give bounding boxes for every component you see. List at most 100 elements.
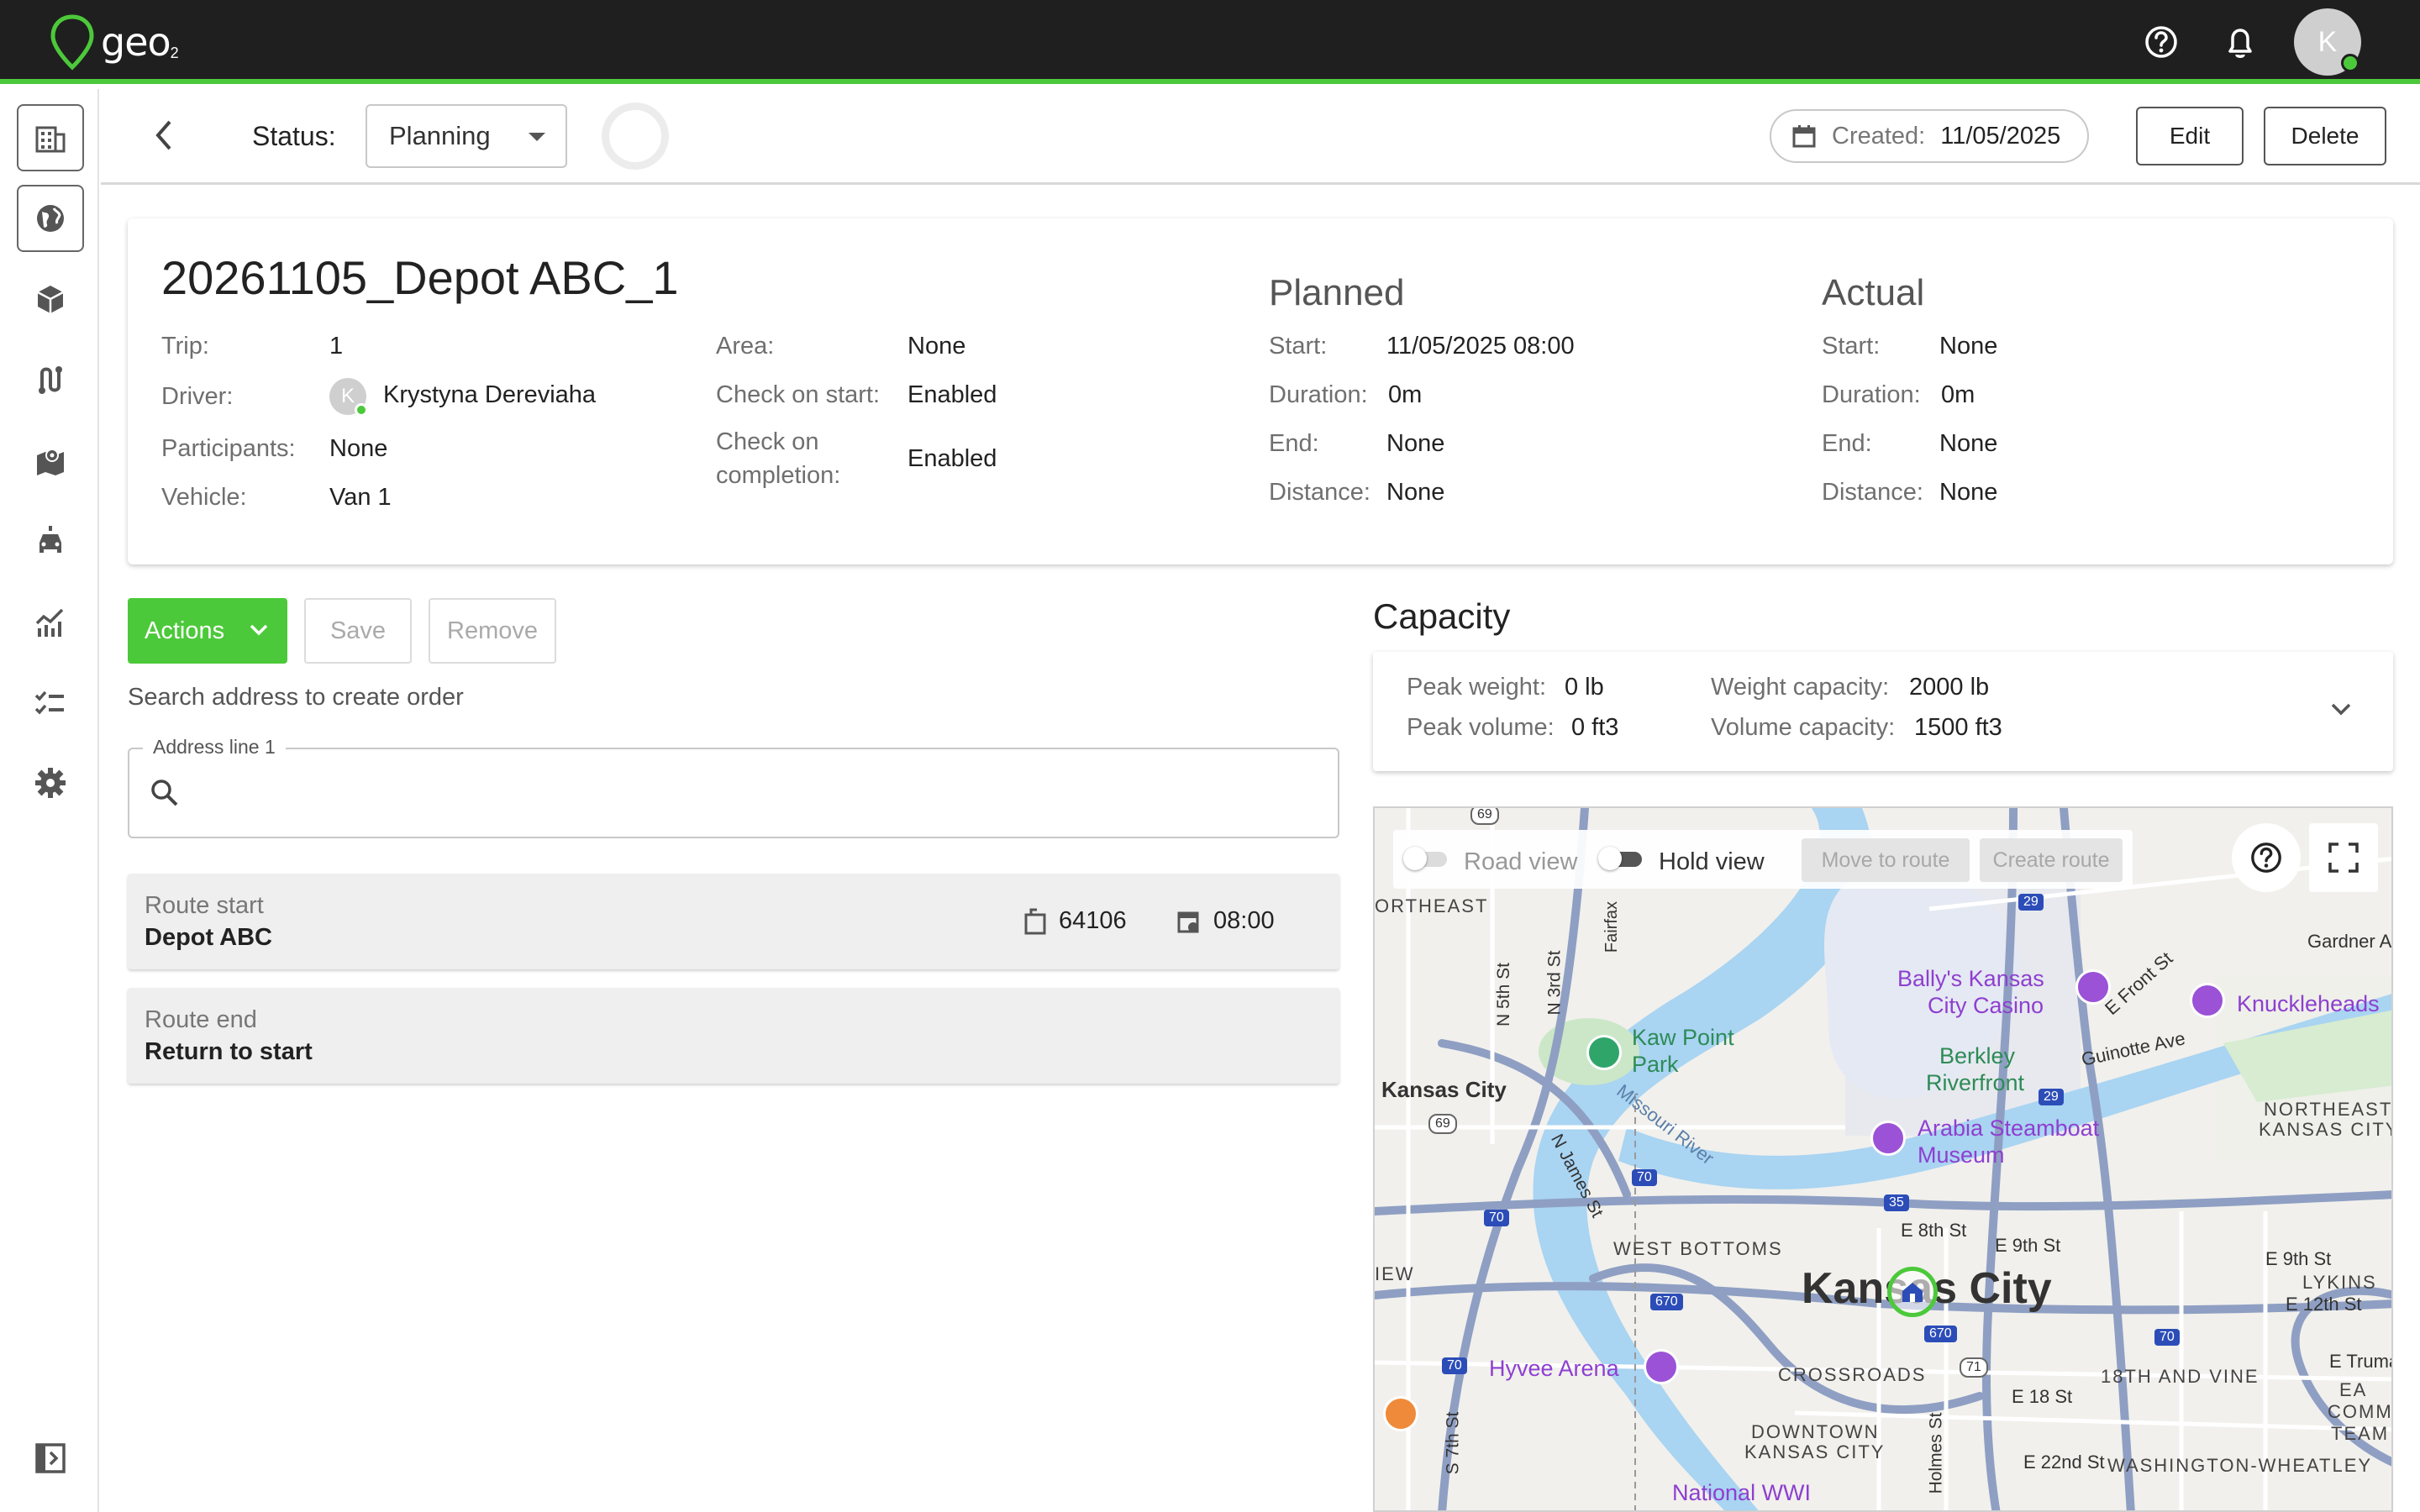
sidebar-item-settings[interactable]: [17, 749, 84, 816]
map-label-arabia-1: Arabia Steamboat: [1918, 1116, 2100, 1141]
status-label: Status:: [252, 121, 336, 151]
edit-button[interactable]: Edit: [2136, 107, 2244, 165]
check-on-completion-label-line2: completion:: [716, 462, 841, 489]
volume-capacity-value: 1500 ft3: [1914, 714, 2002, 741]
planned-distance-value: None: [1386, 479, 1445, 506]
route-start-zip: 64106: [1023, 907, 1127, 935]
map-label-berkley-1: Berkley: [1939, 1043, 2016, 1068]
sidebar-item-routes[interactable]: [17, 346, 84, 413]
move-to-route-button[interactable]: Move to route: [1802, 838, 1970, 882]
sidebar-item-buildings[interactable]: [17, 104, 84, 171]
actions-label: Actions: [145, 617, 225, 644]
museum-pin-icon[interactable]: [1870, 1121, 1906, 1156]
hold-view-toggle[interactable]: [1598, 847, 1645, 870]
app-logo[interactable]: geo 2: [49, 13, 179, 71]
map-background: [1375, 808, 2391, 1510]
help-icon[interactable]: [2141, 22, 2181, 62]
back-button[interactable]: [143, 114, 185, 156]
road-view-toggle[interactable]: [1403, 847, 1450, 870]
map-shield-i670-a: 670: [1650, 1294, 1683, 1310]
route-start-value: Depot ABC: [145, 924, 272, 951]
sidebar: [0, 89, 99, 1512]
actual-start-label: Start:: [1822, 333, 1881, 360]
sidebar-item-packages[interactable]: [17, 265, 84, 333]
help-icon: [2251, 843, 2281, 873]
map-label-kaw-point-2: Park: [1632, 1052, 1679, 1077]
sidebar-item-globe[interactable]: [17, 185, 84, 252]
create-route-button[interactable]: Create route: [1980, 838, 2123, 882]
driver-initial: K: [340, 385, 355, 407]
fullscreen-button[interactable]: [2309, 823, 2378, 892]
actions-button[interactable]: Actions: [128, 598, 287, 664]
depot-marker-icon[interactable]: [1887, 1267, 1938, 1317]
search-icon: [151, 780, 178, 806]
collapse-sidebar-icon: [35, 1443, 66, 1473]
sidebar-item-vehicles[interactable]: [17, 507, 84, 575]
map-label-e-18-st: E 18 St: [2012, 1386, 2073, 1407]
bell-icon[interactable]: [2220, 22, 2260, 62]
package-icon: [37, 286, 64, 313]
map-shield-i29-north: 29: [2018, 894, 2044, 911]
map-label-downtown-2: KANSAS CITY: [1744, 1441, 1886, 1462]
fullscreen-icon: [2328, 843, 2359, 873]
map-label-hyvee-arena: Hyvee Arena: [1489, 1356, 1619, 1381]
online-status-dot: [2341, 54, 2360, 72]
map-icon: [37, 449, 64, 475]
sidebar-item-analytics[interactable]: [17, 588, 84, 655]
save-button[interactable]: Save: [304, 598, 412, 664]
map-label-lykins: LYKINS: [2302, 1272, 2377, 1293]
map-label-northeast-left: ORTHEAST: [1375, 895, 1489, 916]
check-on-completion-value: Enabled: [908, 445, 997, 472]
trip-label: Trip:: [161, 333, 209, 360]
map-shield-i70-c: 70: [1442, 1357, 1467, 1374]
park-pin-icon[interactable]: [1586, 1035, 1622, 1070]
route-start-time: 08:00: [1176, 907, 1275, 935]
planned-duration-value: 0m: [1388, 381, 1423, 408]
sidebar-collapse-button[interactable]: [17, 1425, 84, 1492]
map-help-button[interactable]: [2232, 823, 2301, 892]
address-search-input[interactable]: Address line 1: [128, 736, 1339, 838]
search-caption: Search address to create order: [128, 684, 464, 711]
route-start-card[interactable]: Route start Depot ABC 64106 08:00: [128, 874, 1339, 969]
capacity-card[interactable]: Peak weight: 0 lb Peak volume: 0 ft3 Wei…: [1373, 652, 2393, 771]
created-value: 11/05/2025: [1940, 122, 2061, 150]
status-select[interactable]: Planning: [366, 104, 567, 168]
route-start-label: Route start: [145, 892, 264, 919]
user-avatar[interactable]: K: [2294, 8, 2361, 76]
planned-end-label: End:: [1269, 430, 1319, 457]
remove-button[interactable]: Remove: [429, 598, 556, 664]
driver-avatar: K: [329, 378, 368, 417]
actual-duration-value: 0m: [1941, 381, 1975, 408]
map-label-bally: Bally's Kansas: [1897, 966, 2044, 991]
route-end-card[interactable]: Route end Return to start: [128, 988, 1339, 1084]
sidebar-item-map[interactable]: [17, 427, 84, 494]
delete-button[interactable]: Delete: [2264, 107, 2386, 165]
home-icon: [1902, 1283, 1923, 1302]
created-label: Created:: [1832, 122, 1926, 150]
sidebar-item-checklist[interactable]: [17, 669, 84, 736]
chevron-down-icon[interactable]: [2329, 699, 2353, 719]
trip-value: 1: [329, 333, 344, 360]
map-label-team: TEAM: [2331, 1423, 2390, 1444]
map-label-e-9th-st-2: E 9th St: [2265, 1248, 2332, 1269]
planned-start-label: Start:: [1269, 333, 1328, 360]
actual-start-value: None: [1939, 333, 1998, 360]
area-value: None: [908, 333, 966, 360]
restaurant-pin-icon[interactable]: [1383, 1396, 1418, 1431]
chevron-left-icon: [155, 120, 171, 150]
music-pin-icon[interactable]: [2190, 983, 2225, 1018]
peak-weight-label: Peak weight:: [1407, 674, 1547, 701]
map-label-national-wwi: National WWI: [1672, 1480, 1812, 1505]
actual-end-label: End:: [1822, 430, 1872, 457]
status-select-value: Planning: [389, 121, 491, 150]
map-label-s-7th-st: S 7th St: [1443, 1411, 1463, 1475]
arena-pin-icon[interactable]: [1644, 1349, 1679, 1384]
mailbox-icon: [1024, 908, 1046, 934]
map-shield-i70-d: 70: [2154, 1329, 2180, 1346]
map-label-18th-and-vine: 18TH AND VINE: [2101, 1366, 2260, 1387]
check-on-start-label: Check on start:: [716, 381, 881, 408]
planned-distance-label: Distance:: [1269, 479, 1370, 506]
road-view-label: Road view: [1464, 848, 1578, 875]
map-shield-us69-top: 69: [1470, 808, 1499, 825]
route-map[interactable]: ORTHEAST Fairfax Gardner A Bally's Kansa…: [1373, 806, 2393, 1512]
